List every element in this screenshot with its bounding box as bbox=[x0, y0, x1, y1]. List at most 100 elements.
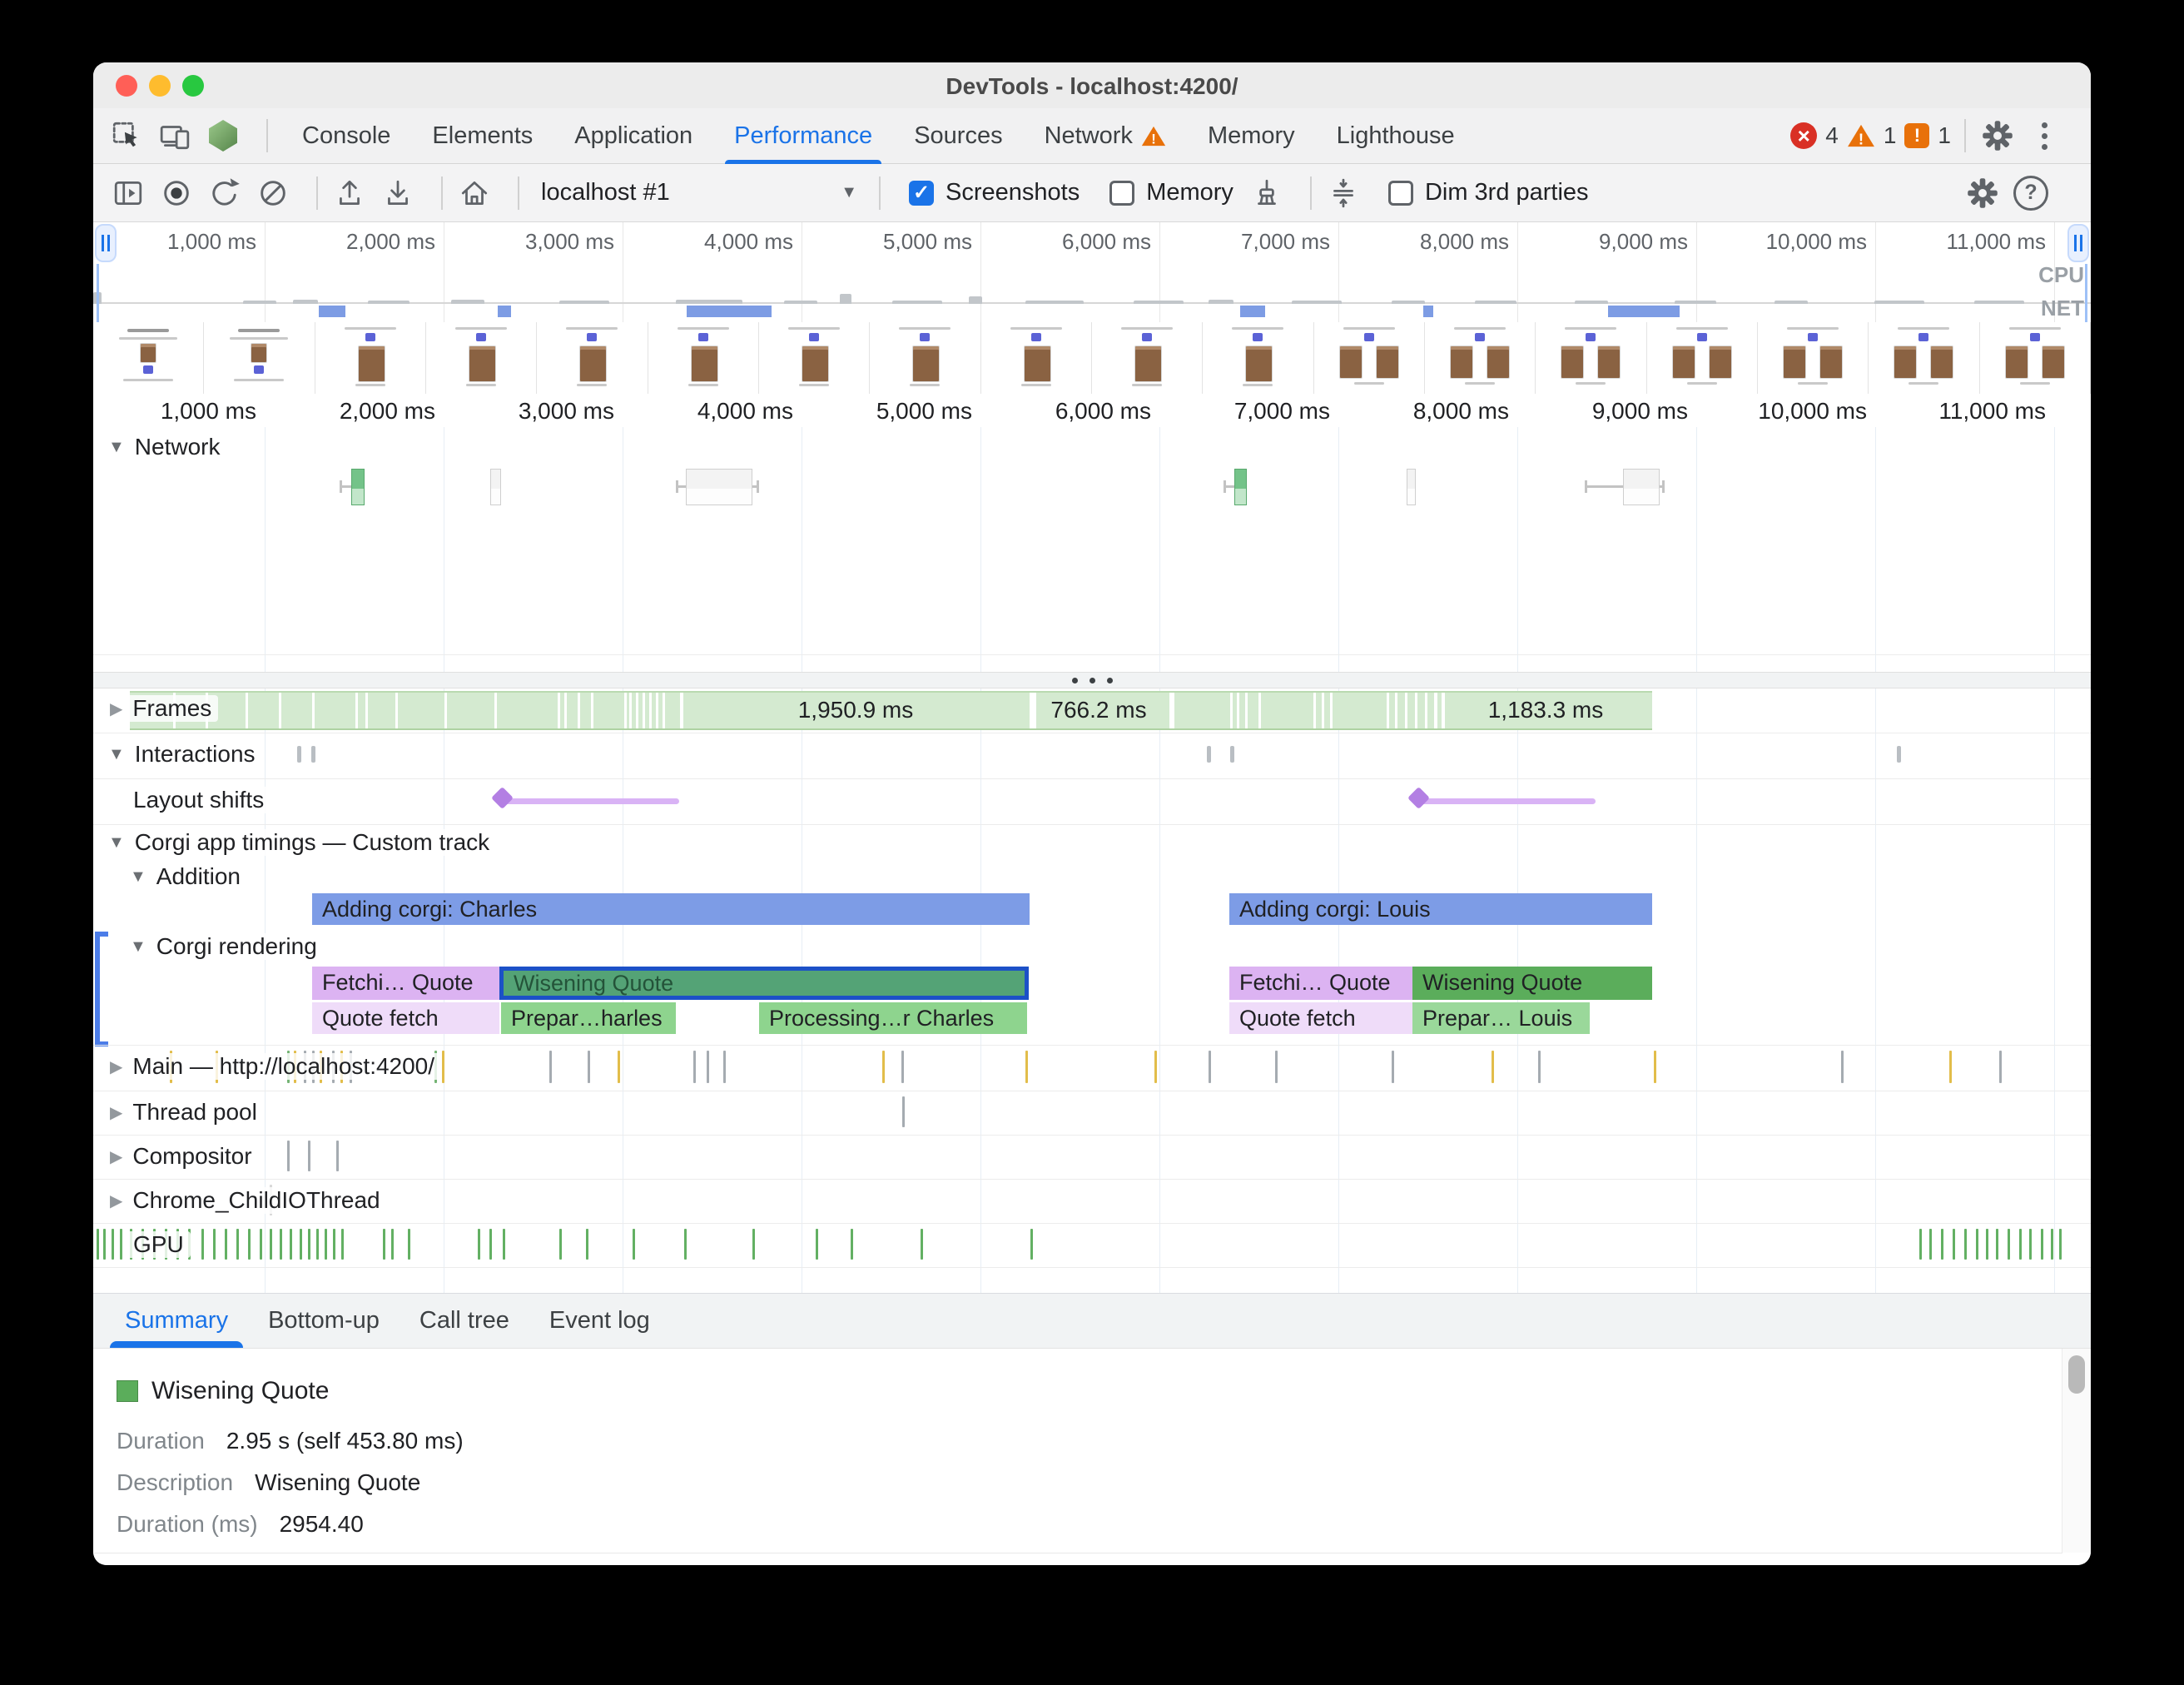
screenshot-thumbnail[interactable] bbox=[315, 322, 426, 394]
thread-track-label[interactable]: ▶Thread pool bbox=[103, 1099, 264, 1126]
timing-bar[interactable]: Fetchi… Quote bbox=[312, 967, 499, 1000]
thread-track-label[interactable]: ▶Main — http://localhost:4200/ bbox=[103, 1053, 441, 1080]
toggle-sidebar-icon[interactable] bbox=[110, 175, 146, 211]
timing-bar[interactable]: Adding corgi: Louis bbox=[1229, 893, 1652, 925]
timing-bar[interactable]: Prepar… Louis bbox=[1412, 1002, 1590, 1034]
screenshot-thumbnail[interactable] bbox=[1536, 322, 1646, 394]
network-request[interactable] bbox=[1407, 469, 1416, 505]
network-request[interactable] bbox=[1585, 469, 1665, 505]
screenshot-thumbnail[interactable] bbox=[1314, 322, 1425, 394]
timing-bar[interactable]: Prepar…harles bbox=[501, 1002, 676, 1034]
screenshot-thumbnail[interactable] bbox=[537, 322, 648, 394]
download-profile-icon[interactable] bbox=[380, 175, 416, 211]
interactions-track[interactable]: ▼ Interactions bbox=[93, 733, 2091, 778]
screenshot-thumbnail[interactable] bbox=[426, 322, 537, 394]
range-handle-right[interactable] bbox=[2067, 224, 2089, 262]
history-select[interactable]: localhost #1 ▼ bbox=[541, 179, 857, 206]
screenshot-thumbnail[interactable] bbox=[1092, 322, 1203, 394]
settings-gear-icon[interactable] bbox=[1979, 117, 2016, 154]
collect-garbage-icon[interactable] bbox=[1248, 175, 1285, 211]
more-options-kebab-icon[interactable] bbox=[2028, 122, 2061, 150]
memory-checkbox[interactable]: Memory bbox=[1109, 179, 1233, 206]
layout-shift-diamond[interactable] bbox=[1407, 787, 1430, 809]
timing-bar[interactable]: Fetchi… Quote bbox=[1229, 967, 1412, 1000]
thread-track[interactable]: ▶Compositor bbox=[93, 1135, 2091, 1179]
summary-scrollbar[interactable] bbox=[2062, 1349, 2091, 1553]
timing-bar[interactable]: Wisening Quote bbox=[499, 967, 1029, 1000]
panel-resize-handle[interactable] bbox=[93, 672, 2091, 688]
timing-bar[interactable]: Quote fetch bbox=[1229, 1002, 1412, 1034]
network-request[interactable] bbox=[676, 469, 759, 505]
screenshot-thumbnail[interactable] bbox=[648, 322, 759, 394]
thread-track-label[interactable]: GPU bbox=[127, 1231, 191, 1258]
rendering-group-header[interactable]: ▼ Corgi rendering bbox=[93, 928, 2091, 967]
screenshot-thumbnail[interactable] bbox=[1425, 322, 1536, 394]
timing-bar[interactable]: Quote fetch bbox=[312, 1002, 499, 1034]
addition-group-header[interactable]: ▼ Addition bbox=[93, 863, 2091, 893]
layout-shifts-track-label[interactable]: Layout shifts bbox=[127, 787, 271, 813]
screenshot-thumbnail[interactable] bbox=[870, 322, 980, 394]
clear-icon[interactable] bbox=[255, 175, 291, 211]
thread-track[interactable]: ▶Main — http://localhost:4200/ bbox=[93, 1045, 2091, 1091]
timing-bar[interactable]: Processing…r Charles bbox=[759, 1002, 1027, 1034]
thread-track-label[interactable]: ▶Compositor bbox=[103, 1143, 259, 1170]
interactions-track-label[interactable]: ▼ Interactions bbox=[102, 741, 262, 768]
tab-sources[interactable]: Sources bbox=[893, 108, 1023, 163]
frames-track-label[interactable]: ▶ Frames bbox=[103, 695, 218, 722]
home-icon[interactable] bbox=[456, 175, 493, 211]
range-handle-left[interactable] bbox=[95, 224, 117, 262]
tab-memory[interactable]: Memory bbox=[1187, 108, 1316, 163]
network-request[interactable] bbox=[490, 469, 501, 505]
custom-track-header[interactable]: ▼ Corgi app timings — Custom track bbox=[93, 824, 2091, 863]
screenshot-thumbnail[interactable] bbox=[1869, 322, 1979, 394]
thread-track[interactable]: GPU bbox=[93, 1223, 2091, 1267]
screenshot-thumbnail[interactable] bbox=[204, 322, 315, 394]
rendering-group-label[interactable]: ▼ Corgi rendering bbox=[123, 933, 324, 960]
tab-application[interactable]: Application bbox=[553, 108, 713, 163]
screenshot-thumbnail[interactable] bbox=[759, 322, 870, 394]
network-track[interactable]: ▼ Network bbox=[93, 427, 2091, 672]
record-and-reload-icon[interactable] bbox=[206, 175, 243, 211]
screenshots-checkbox[interactable]: ✓Screenshots bbox=[909, 179, 1080, 206]
addition-group-label[interactable]: ▼ Addition bbox=[123, 863, 247, 890]
tab-lighthouse[interactable]: Lighthouse bbox=[1316, 108, 1476, 163]
status-badges[interactable]: × 4 ! 1 ! 1 bbox=[1790, 122, 1951, 149]
layout-shifts-track[interactable]: Layout shifts bbox=[93, 778, 2091, 824]
range-edge-right[interactable] bbox=[2085, 264, 2087, 322]
inspect-element-icon[interactable] bbox=[108, 117, 145, 154]
details-tab-bottom-up[interactable]: Bottom-up bbox=[248, 1294, 400, 1348]
network-request[interactable] bbox=[340, 469, 365, 505]
upload-profile-icon[interactable] bbox=[331, 175, 368, 211]
details-tab-call-tree[interactable]: Call tree bbox=[400, 1294, 529, 1348]
extension-hexagon-icon[interactable] bbox=[205, 117, 241, 154]
screenshot-thumbnail[interactable] bbox=[1758, 322, 1869, 394]
network-request[interactable] bbox=[1224, 469, 1247, 505]
screenshot-thumbnail[interactable] bbox=[1980, 322, 2091, 394]
record-button[interactable] bbox=[158, 175, 195, 211]
tab-console[interactable]: Console bbox=[281, 108, 411, 163]
network-track-label[interactable]: ▼ Network bbox=[102, 434, 227, 460]
tab-elements[interactable]: Elements bbox=[411, 108, 553, 163]
device-toolbar-icon[interactable] bbox=[156, 117, 193, 154]
shortcuts-dialog-icon[interactable] bbox=[1325, 175, 1362, 211]
layout-shift-diamond[interactable] bbox=[491, 787, 514, 809]
screenshot-thumbnail[interactable] bbox=[93, 322, 204, 394]
timing-bar[interactable]: Adding corgi: Charles bbox=[312, 893, 1030, 925]
frames-track[interactable]: ▶ Frames 1,950.9 ms766.2 ms1,183.3 ms bbox=[93, 688, 2091, 733]
screenshot-thumbnail[interactable] bbox=[1203, 322, 1313, 394]
tab-performance[interactable]: Performance bbox=[713, 108, 893, 163]
details-tab-event-log[interactable]: Event log bbox=[529, 1294, 670, 1348]
thread-track[interactable]: ▶Thread pool bbox=[93, 1091, 2091, 1135]
thread-track-label[interactable]: ▶Chrome_ChildIOThread bbox=[103, 1187, 387, 1214]
details-tab-summary[interactable]: Summary bbox=[105, 1294, 248, 1348]
capture-settings-gear-icon[interactable] bbox=[1964, 175, 2001, 211]
thread-track[interactable]: ▶Chrome_ChildIOThread bbox=[93, 1179, 2091, 1223]
timeline-overview[interactable]: 1,000 ms2,000 ms3,000 ms4,000 ms5,000 ms… bbox=[93, 222, 2091, 323]
dim-3rd-parties-checkbox[interactable]: Dim 3rd parties bbox=[1388, 179, 1589, 206]
screenshot-thumbnail[interactable] bbox=[1647, 322, 1758, 394]
help-icon[interactable]: ? bbox=[2013, 175, 2049, 211]
tracks-area[interactable]: ▶ Frames 1,950.9 ms766.2 ms1,183.3 ms ▼ … bbox=[93, 688, 2091, 1293]
custom-track-label[interactable]: ▼ Corgi app timings — Custom track bbox=[102, 829, 496, 856]
scrollbar-thumb[interactable] bbox=[2068, 1355, 2085, 1394]
tab-network[interactable]: Network! bbox=[1024, 108, 1187, 163]
